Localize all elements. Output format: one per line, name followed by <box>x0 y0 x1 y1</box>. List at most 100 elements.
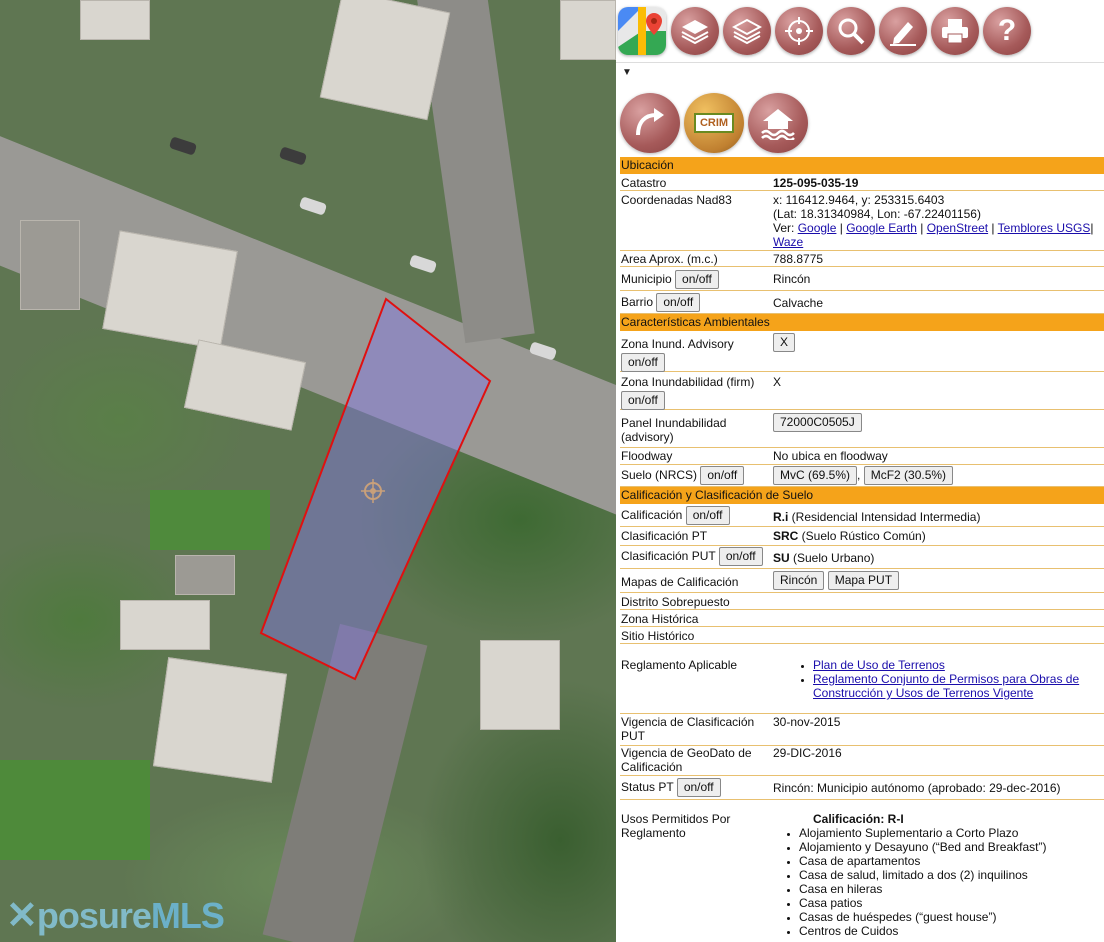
parcel-overlay <box>259 297 492 681</box>
suelo-value-group: MvC (69.5%), McF2 (30.5%) <box>773 466 1103 485</box>
zona-hist-label: Zona Histórica <box>621 612 699 626</box>
suelo-onoff-button[interactable]: on/off <box>700 466 745 485</box>
put-value: SU (Suelo Urbano) <box>773 551 1103 565</box>
row-clasif-put: Clasificación PUT on/off SU (Suelo Urban… <box>620 546 1104 569</box>
mapa-rincon-button[interactable]: Rincón <box>773 571 825 590</box>
collapse-bar[interactable]: ▼ <box>616 62 1104 87</box>
area-value: 788.8775 <box>773 252 824 266</box>
flood-house-icon[interactable] <box>748 93 808 153</box>
status-label-group: Status PT on/off <box>621 778 771 797</box>
put-code: SU <box>773 551 790 565</box>
toolbar: ? <box>616 0 1104 62</box>
info-panel: CRIM Ubicación Catastro 125-095-035-19 C… <box>616 86 1104 942</box>
row-status-pt: Status PT on/off Rincón: Municipio autón… <box>620 776 1104 800</box>
zona-adv-onoff-button[interactable]: on/off <box>621 353 665 372</box>
mapa-put-button[interactable]: Mapa PUT <box>827 571 900 590</box>
edit-icon[interactable] <box>879 7 927 55</box>
sitio-hist-label: Sitio Histórico <box>621 629 695 643</box>
pt-code: SRC <box>773 529 799 543</box>
link-plan-uso-terrenos[interactable]: Plan de Uso de Terrenos <box>813 658 945 672</box>
section-calificacion: Calificación y Clasificación de Suelo <box>620 487 1104 504</box>
floodway-label: Floodway <box>621 449 673 463</box>
pt-label: Clasificación PT <box>621 529 708 543</box>
zona-firm-group: Zona Inundabilidad (firm) on/off <box>621 375 771 410</box>
calif-onoff-button[interactable]: on/off <box>685 506 730 525</box>
zona-adv-value-button[interactable]: X <box>773 333 796 352</box>
watermark-x-logo: ✕ <box>6 895 38 937</box>
link-openstreet[interactable]: OpenStreet <box>927 221 988 235</box>
usos-item: Casa de apartamentos <box>799 854 1103 868</box>
row-reglamento: Reglamento Aplicable Plan de Uso de Terr… <box>620 644 1104 714</box>
panel-inund-label: Panel Inundabilidad (advisory) <box>621 416 727 444</box>
municipio-label: Municipio <box>621 272 672 286</box>
row-distrito: Distrito Sobrepuesto <box>620 593 1104 610</box>
search-icon[interactable] <box>827 7 875 55</box>
calif-value: R.i (Residencial Intensidad Intermedia) <box>773 510 1103 524</box>
layers-icon[interactable] <box>671 7 719 55</box>
row-mapas: Mapas de Calificación Rincón Mapa PUT <box>620 569 1104 593</box>
barrio-onoff-button[interactable]: on/off <box>656 293 701 312</box>
link-waze[interactable]: Waze <box>773 235 803 249</box>
watermark: ✕posureMLS <box>6 893 225 938</box>
row-barrio: Barrio on/off Calvache <box>620 291 1104 314</box>
usos-item: Casas de huéspedes (“guest house”) <box>799 910 1103 924</box>
row-vigencia-geo: Vigencia de GeoDato de Calificación 29-D… <box>620 746 1104 776</box>
distrito-label: Distrito Sobrepuesto <box>621 595 730 609</box>
aerial-map[interactable]: ✕posureMLS <box>0 0 616 942</box>
crim-logo-text: CRIM <box>693 113 735 133</box>
status-onoff-button[interactable]: on/off <box>676 778 721 797</box>
usos-item: Alojamiento y Desayuno (“Bed and Breakfa… <box>799 840 1103 854</box>
link-google-earth[interactable]: Google Earth <box>846 221 917 235</box>
link-reglamento-conjunto[interactable]: Reglamento Conjunto de Permisos para Obr… <box>813 672 1079 700</box>
barrio-value: Calvache <box>773 296 824 310</box>
suelo-mcf2-button[interactable]: McF2 (30.5%) <box>863 466 954 485</box>
share-arrow-icon[interactable] <box>620 93 680 153</box>
catastro-label: Catastro <box>621 176 667 190</box>
row-suelo: Suelo (NRCS) on/off MvC (69.5%), McF2 (3… <box>620 465 1104 487</box>
row-area: Area Aprox. (m.c.) 788.8775 <box>620 251 1104 267</box>
usos-item: Casa patios <box>799 896 1103 910</box>
row-coordenadas: Coordenadas Nad83 x: 116412.9464, y: 253… <box>620 191 1104 251</box>
crim-logo[interactable]: CRIM <box>684 93 744 153</box>
row-calificacion: Calificación on/off R.i (Residencial Int… <box>620 505 1104 527</box>
put-label: Clasificación PUT <box>621 549 716 563</box>
usos-item: Alojamiento Suplementario a Corto Plazo <box>799 826 1103 840</box>
row-clasif-pt: Clasificación PT SRC (Suelo Rústico Comú… <box>620 527 1104 546</box>
zona-firm-onoff-button[interactable]: on/off <box>621 391 665 410</box>
calif-label-group: Calificación on/off <box>621 506 771 525</box>
suelo-label: Suelo (NRCS) <box>621 468 698 482</box>
row-zona-advisory: Zona Inund. Advisory on/off X <box>620 332 1104 372</box>
suelo-mvc-button[interactable]: MvC (69.5%) <box>773 466 858 485</box>
print-icon[interactable] <box>931 7 979 55</box>
link-google[interactable]: Google <box>798 221 837 235</box>
municipio-label-group: Municipio on/off <box>621 270 771 289</box>
pt-desc: (Suelo Rústico Común) <box>798 529 926 543</box>
municipio-onoff-button[interactable]: on/off <box>675 270 719 289</box>
row-floodway: Floodway No ubica en floodway <box>620 448 1104 465</box>
section-ubicacion: Ubicación <box>620 157 1104 174</box>
usos-title: Calificación: R-I <box>813 812 904 826</box>
google-maps-icon[interactable] <box>618 7 666 55</box>
row-municipio: Municipio on/off Rincón <box>620 267 1104 291</box>
panel-inund-value-group: 72000C0505J <box>773 413 1103 432</box>
coord-links: Ver: Google | Google Earth | OpenStreet … <box>773 221 1094 249</box>
gps-icon[interactable] <box>775 7 823 55</box>
usos-label: Usos Permitidos Por Reglamento <box>621 812 731 840</box>
caret-down-icon[interactable]: ▼ <box>622 67 632 78</box>
vig-geo-value: 29-DIC-2016 <box>773 746 842 760</box>
help-icon[interactable]: ? <box>983 7 1031 55</box>
coord-line1: x: 116412.9464, y: 253315.6403 <box>773 193 945 207</box>
row-usos: Usos Permitidos Por Reglamento Calificac… <box>620 800 1104 942</box>
parcel-polygon[interactable] <box>259 297 492 681</box>
zona-firm-label: Zona Inundabilidad (firm) <box>621 375 755 389</box>
mapas-buttons: Rincón Mapa PUT <box>773 571 1103 590</box>
suelo-separator: , <box>857 468 861 482</box>
usos-item: Casa en hileras <box>799 882 1103 896</box>
reglamento-item: Plan de Uso de Terrenos <box>813 658 1093 672</box>
row-catastro: Catastro 125-095-035-19 <box>620 174 1104 191</box>
link-temblores-usgs[interactable]: Temblores USGS <box>998 221 1091 235</box>
vig-put-value: 30-nov-2015 <box>773 715 841 729</box>
panel-inund-button[interactable]: 72000C0505J <box>773 413 862 432</box>
layers-alt-icon[interactable] <box>723 7 771 55</box>
put-onoff-button[interactable]: on/off <box>718 547 763 566</box>
